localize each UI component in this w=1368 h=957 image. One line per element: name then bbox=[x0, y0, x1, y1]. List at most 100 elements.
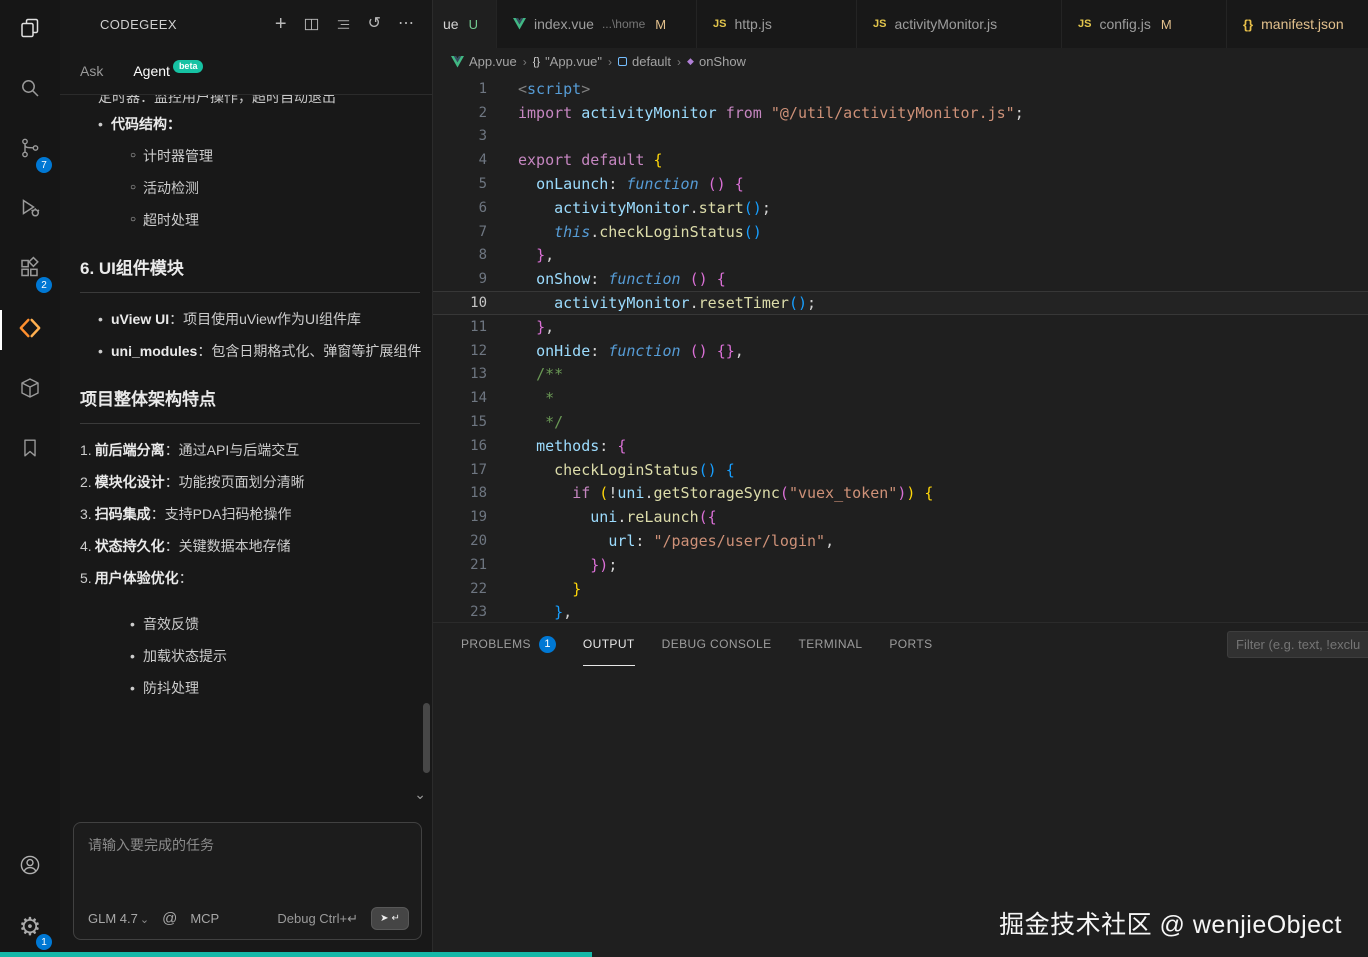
line-content: onHide: function () {}, bbox=[487, 342, 744, 360]
list-item: •代码结构： bbox=[60, 108, 422, 140]
bottom-panel: PROBLEMS1 OUTPUT DEBUG CONSOLE TERMINAL PORT… bbox=[433, 622, 1368, 957]
panel-tab-debug-console[interactable]: DEBUG CONSOLE bbox=[662, 623, 772, 666]
extensions-view-button[interactable]: 2 bbox=[0, 240, 60, 300]
code-line-8[interactable]: 8 }, bbox=[433, 244, 1368, 268]
line-content: * bbox=[487, 389, 554, 407]
code-line-23[interactable]: 23 }, bbox=[433, 601, 1368, 622]
mcp-button[interactable]: MCP bbox=[190, 911, 219, 926]
package-view-button[interactable] bbox=[0, 360, 60, 420]
code-line-1[interactable]: 1<script> bbox=[433, 77, 1368, 101]
editor-tab-activityMonitor.js[interactable]: JS activityMonitor.js bbox=[857, 0, 1062, 48]
line-content: url: "/pages/user/login", bbox=[487, 532, 834, 550]
editor-tab-index.vue[interactable]: index.vue...\homeM bbox=[497, 0, 697, 48]
code-line-14[interactable]: 14 * bbox=[433, 386, 1368, 410]
activity-bar: 7 2 ⚙ 1 bbox=[0, 0, 60, 957]
editor-tab-http.js[interactable]: JShttp.js bbox=[697, 0, 857, 48]
debug-shortcut-label[interactable]: Debug Ctrl+↵ bbox=[277, 911, 358, 927]
tab-agent[interactable]: Agentbeta bbox=[133, 63, 203, 80]
source-control-view-button[interactable]: 7 bbox=[0, 120, 60, 180]
line-number: 17 bbox=[433, 462, 487, 478]
account-icon bbox=[18, 853, 42, 882]
code-line-16[interactable]: 16 methods: { bbox=[433, 434, 1368, 458]
sidebar-toolbar: + ↺ ⋯ bbox=[275, 14, 414, 34]
line-content: activityMonitor.resetTimer(); bbox=[487, 294, 816, 312]
code-line-7[interactable]: 7 this.checkLoginStatus() bbox=[433, 220, 1368, 244]
chat-input[interactable]: 请输入要完成的任务 GLM 4.7⌄ @ MCP Debug Ctrl+↵ ➤↵ bbox=[73, 822, 422, 940]
tab-ask[interactable]: Ask bbox=[80, 63, 103, 79]
list-item: 5. 用户体验优化： bbox=[60, 562, 422, 594]
code-editor[interactable]: 1<script>2import activityMonitor from "@… bbox=[433, 75, 1368, 622]
code-line-5[interactable]: 5 onLaunch: function () { bbox=[433, 172, 1368, 196]
run-debug-view-button[interactable] bbox=[0, 180, 60, 240]
line-number: 14 bbox=[433, 390, 487, 406]
output-filter-input[interactable] bbox=[1227, 631, 1368, 658]
code-line-21[interactable]: 21 }); bbox=[433, 553, 1368, 577]
code-line-13[interactable]: 13 /** bbox=[433, 363, 1368, 387]
tab-git-badge: U bbox=[469, 17, 478, 32]
mention-button[interactable]: @ bbox=[162, 910, 177, 927]
breadcrumb-item[interactable]: default bbox=[618, 54, 671, 69]
code-line-22[interactable]: 22 } bbox=[433, 577, 1368, 601]
scroll-down-icon[interactable]: ⌄ bbox=[414, 786, 426, 803]
code-line-18[interactable]: 18 if (!uni.getStorageSync("vuex_token")… bbox=[433, 482, 1368, 506]
code-line-12[interactable]: 12 onHide: function () {}, bbox=[433, 339, 1368, 363]
list-item: •防抖处理 bbox=[60, 672, 422, 704]
editor-tab-manifest.json[interactable]: {}manifest.json bbox=[1227, 0, 1368, 48]
line-content: /** bbox=[487, 365, 563, 383]
chat-list-icon[interactable] bbox=[336, 17, 351, 32]
codegeex-view-button[interactable] bbox=[0, 300, 60, 360]
line-content: }); bbox=[487, 556, 617, 574]
chevron-down-icon: ⌄ bbox=[140, 914, 149, 926]
line-content: activityMonitor.start(); bbox=[487, 199, 771, 217]
js-file-icon: JS bbox=[873, 18, 886, 30]
editor-tab-ue[interactable]: ueU bbox=[433, 0, 497, 48]
breadcrumb-item[interactable]: App.vue bbox=[451, 54, 517, 69]
files-view-button[interactable] bbox=[0, 0, 60, 60]
list-item: 3. 扫码集成：支持PDA扫码枪操作 bbox=[60, 498, 422, 530]
panel-tab-terminal[interactable]: TERMINAL bbox=[799, 623, 863, 666]
split-panel-icon[interactable] bbox=[304, 17, 319, 32]
code-line-11[interactable]: 11 }, bbox=[433, 315, 1368, 339]
line-number: 4 bbox=[433, 152, 487, 168]
list-item: 1. 前后端分离：通过API与后端交互 bbox=[60, 434, 422, 466]
sidebar-scrollbar[interactable] bbox=[423, 703, 430, 773]
code-line-15[interactable]: 15 */ bbox=[433, 410, 1368, 434]
account-button[interactable] bbox=[0, 837, 60, 897]
bullet-icon: • bbox=[130, 640, 143, 672]
model-selector[interactable]: GLM 4.7⌄ bbox=[88, 911, 149, 926]
settings-button[interactable]: ⚙ 1 bbox=[0, 897, 60, 957]
send-button[interactable]: ➤↵ bbox=[371, 907, 409, 930]
code-line-3[interactable]: 3 bbox=[433, 125, 1368, 149]
tab-description: ...\home bbox=[602, 17, 645, 31]
code-line-17[interactable]: 17 checkLoginStatus() { bbox=[433, 458, 1368, 482]
panel-tab-problems[interactable]: PROBLEMS1 bbox=[461, 623, 556, 666]
extensions-badge: 2 bbox=[36, 277, 52, 293]
code-line-6[interactable]: 6 activityMonitor.start(); bbox=[433, 196, 1368, 220]
breadcrumb-item[interactable]: {}"App.vue" bbox=[533, 54, 602, 69]
breadcrumb: App.vue›{}"App.vue"›default›◆onShow bbox=[433, 48, 1368, 75]
problems-count-badge: 1 bbox=[539, 636, 556, 653]
editor-tab-config.js[interactable]: JSconfig.jsM bbox=[1062, 0, 1227, 48]
tab-label: manifest.json bbox=[1261, 16, 1343, 32]
breadcrumb-item[interactable]: ◆onShow bbox=[687, 54, 746, 69]
bookmarks-view-button[interactable] bbox=[0, 420, 60, 480]
code-line-20[interactable]: 20 url: "/pages/user/login", bbox=[433, 529, 1368, 553]
search-view-button[interactable] bbox=[0, 60, 60, 120]
line-number: 19 bbox=[433, 509, 487, 525]
line-content: if (!uni.getStorageSync("vuex_token")) { bbox=[487, 484, 933, 502]
code-line-9[interactable]: 9 onShow: function () { bbox=[433, 267, 1368, 291]
code-line-2[interactable]: 2import activityMonitor from "@/util/act… bbox=[433, 101, 1368, 125]
line-number: 16 bbox=[433, 438, 487, 454]
panel-tab-ports[interactable]: PORTS bbox=[889, 623, 932, 666]
history-icon[interactable]: ↺ bbox=[368, 16, 381, 32]
more-actions-icon[interactable]: ⋯ bbox=[398, 16, 414, 32]
code-line-4[interactable]: 4export default { bbox=[433, 148, 1368, 172]
code-line-19[interactable]: 19 uni.reLaunch({ bbox=[433, 505, 1368, 529]
chat-input-area: 请输入要完成的任务 GLM 4.7⌄ @ MCP Debug Ctrl+↵ ➤↵ bbox=[60, 816, 432, 957]
code-line-10[interactable]: 10 activityMonitor.resetTimer(); bbox=[433, 291, 1368, 315]
panel-tab-output[interactable]: OUTPUT bbox=[583, 623, 635, 666]
new-chat-icon[interactable]: + bbox=[275, 14, 287, 34]
line-content: }, bbox=[487, 318, 554, 336]
tab-label: index.vue bbox=[534, 16, 594, 32]
tab-label: activityMonitor.js bbox=[894, 16, 997, 32]
